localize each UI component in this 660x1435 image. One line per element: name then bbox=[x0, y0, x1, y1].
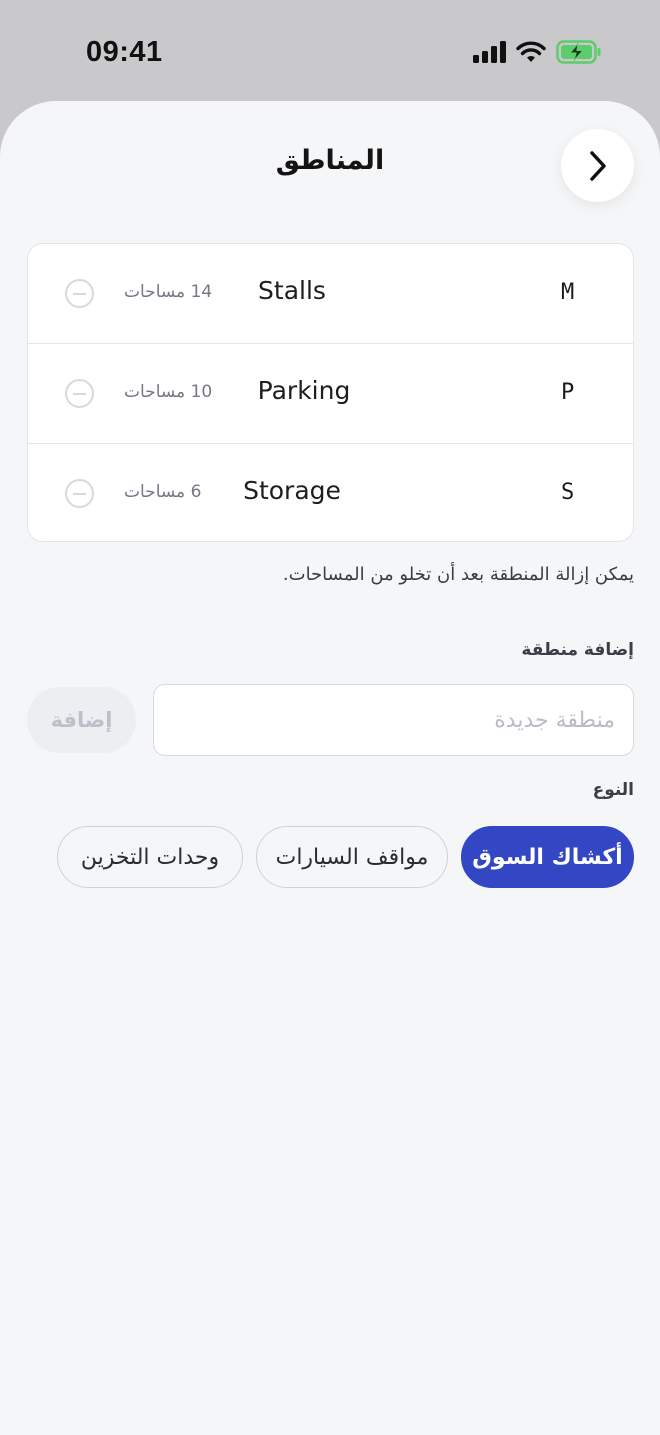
zone-name: Storage bbox=[243, 476, 341, 505]
zone-row: S Storage 6 مساحات bbox=[28, 444, 633, 541]
new-zone-input[interactable] bbox=[153, 684, 634, 756]
type-chip-storage[interactable]: وحدات التخزين bbox=[57, 826, 243, 888]
zone-type-label: النوع bbox=[592, 780, 634, 800]
add-zone-label: إضافة منطقة bbox=[521, 640, 634, 660]
type-chip-parking[interactable]: مواقف السيارات bbox=[256, 826, 448, 888]
battery-charging-icon bbox=[556, 40, 601, 64]
remove-zone-button[interactable] bbox=[65, 279, 94, 308]
remove-zone-button[interactable] bbox=[65, 479, 94, 508]
add-zone-button[interactable]: إضافة bbox=[27, 687, 136, 753]
zone-name: Stalls bbox=[258, 276, 326, 305]
zones-list: M Stalls 14 مساحات P Parking 10 مساحات S… bbox=[27, 243, 634, 542]
signal-icon bbox=[473, 41, 506, 63]
zone-code: S bbox=[561, 480, 575, 505]
back-button[interactable] bbox=[561, 129, 634, 202]
remove-hint-text: يمكن إزالة المنطقة بعد أن تخلو من المساح… bbox=[282, 564, 634, 585]
zone-type-chips: أكشاك السوق مواقف السيارات وحدات التخزين bbox=[0, 826, 660, 890]
status-time: 09:41 bbox=[86, 36, 163, 68]
type-chip-market-stalls[interactable]: أكشاك السوق bbox=[461, 826, 634, 888]
zone-space-count: 14 مساحات bbox=[124, 282, 213, 302]
zone-row: M Stalls 14 مساحات bbox=[28, 244, 633, 344]
sheet-header: المناطق bbox=[0, 101, 660, 225]
zone-space-count: 6 مساحات bbox=[124, 482, 202, 502]
zone-name: Parking bbox=[257, 376, 351, 405]
wifi-icon bbox=[516, 41, 546, 62]
chevron-right-icon bbox=[589, 150, 606, 181]
remove-zone-button[interactable] bbox=[65, 379, 94, 408]
zone-code: M bbox=[561, 280, 575, 305]
zones-sheet: المناطق M Stalls 14 مساحات P Parking 10 … bbox=[0, 101, 660, 1435]
zone-code: P bbox=[561, 380, 575, 405]
system-icons bbox=[472, 40, 602, 64]
status-bar: 09:41 bbox=[0, 0, 660, 100]
zone-space-count: 10 مساحات bbox=[124, 382, 213, 402]
zone-row: P Parking 10 مساحات bbox=[28, 344, 633, 444]
